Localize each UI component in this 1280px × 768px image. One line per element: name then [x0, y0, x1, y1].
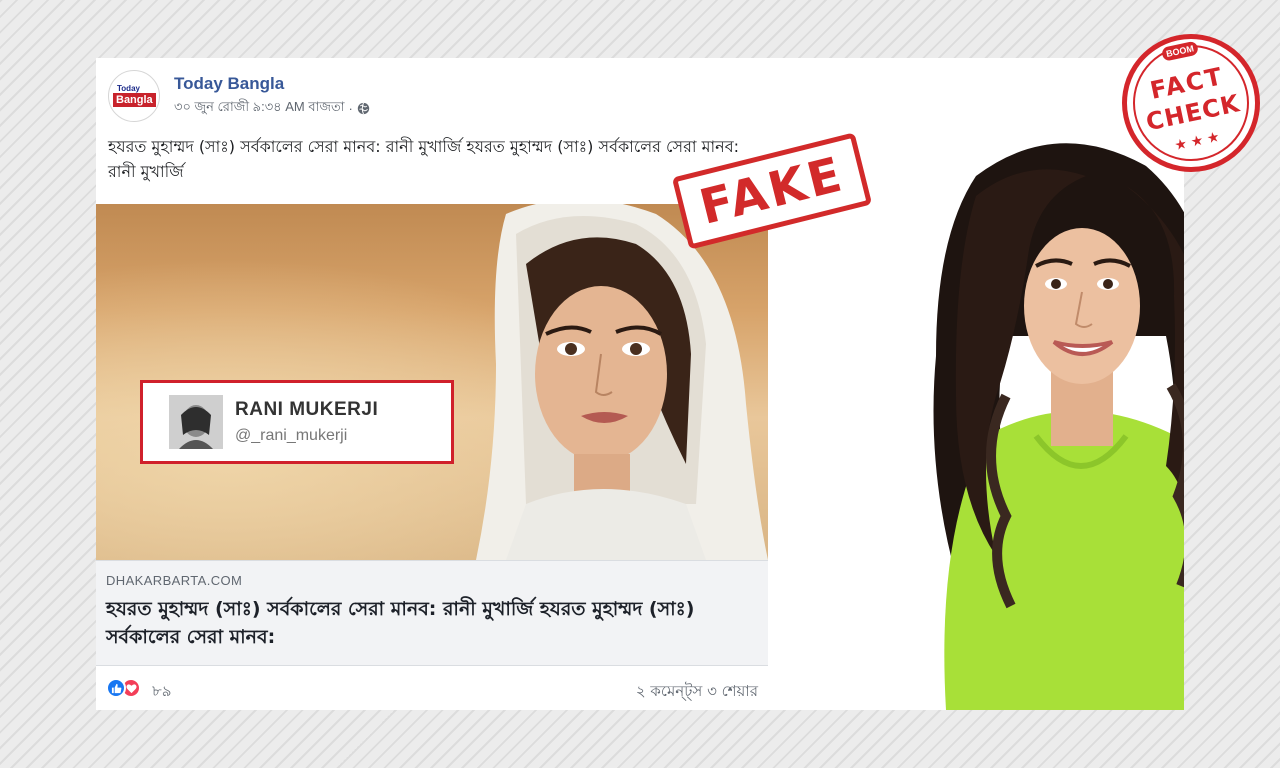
page-name-link[interactable]: Today Bangla — [174, 74, 284, 94]
reactions-bar: ৮৯ ২ কমেন্ট্স ৩ শেয়ার — [96, 674, 768, 704]
facebook-post: Today Bangla Today Bangla ৩০ জুন রোজী ৯:… — [96, 58, 768, 710]
like-icon — [106, 678, 126, 698]
post-meta: ৩০ জুন রোজী ৯:৩৪ AM বাজতা · — [174, 98, 370, 119]
link-preview-image[interactable]: RANI MUKERJI @_rani_mukerji — [96, 204, 768, 560]
link-domain: DHAKARBARTA.COM — [106, 573, 243, 588]
post-text: হযরত মুহাম্মদ (সাঃ) সর্বকালের সেরা মানব:… — [108, 137, 740, 181]
comments-shares-count[interactable]: ২ কমেন্ট্স ৩ শেয়ার — [636, 680, 758, 705]
collage-canvas: Today Bangla Today Bangla ৩০ জুন রোজী ৯:… — [96, 58, 1184, 710]
twitter-profile-card: RANI MUKERJI @_rani_mukerji — [140, 380, 454, 464]
actress-photo — [916, 136, 1184, 710]
globe-icon — [357, 102, 370, 115]
link-preview-info[interactable]: DHAKARBARTA.COM হযরত মুহাম্মদ (সাঃ) সর্ব… — [96, 560, 768, 666]
logo-bottom-text: Bangla — [113, 93, 156, 107]
post-header: Today Bangla Today Bangla ৩০ জুন রোজী ৯:… — [108, 70, 748, 126]
meta-separator: · — [348, 101, 353, 116]
post-timestamp[interactable]: ৩০ জুন রোজী ৯:৩৪ AM বাজতা — [174, 98, 345, 119]
fact-check-badge: BOOM FACT CHECK ★★★ — [1109, 21, 1273, 185]
logo-top-text: Today — [117, 84, 140, 93]
twitter-handle: @_rani_mukerji — [235, 427, 348, 444]
twitter-name: RANI MUKERJI — [235, 399, 379, 420]
link-title[interactable]: হযরত মুহাম্মদ (সাঃ) সর্বকালের সেরা মানব:… — [106, 595, 756, 651]
twitter-avatar — [169, 395, 223, 449]
reaction-icons[interactable] — [106, 678, 141, 698]
page-avatar[interactable]: Today Bangla — [108, 70, 160, 122]
reaction-count[interactable]: ৮৯ — [152, 680, 171, 705]
